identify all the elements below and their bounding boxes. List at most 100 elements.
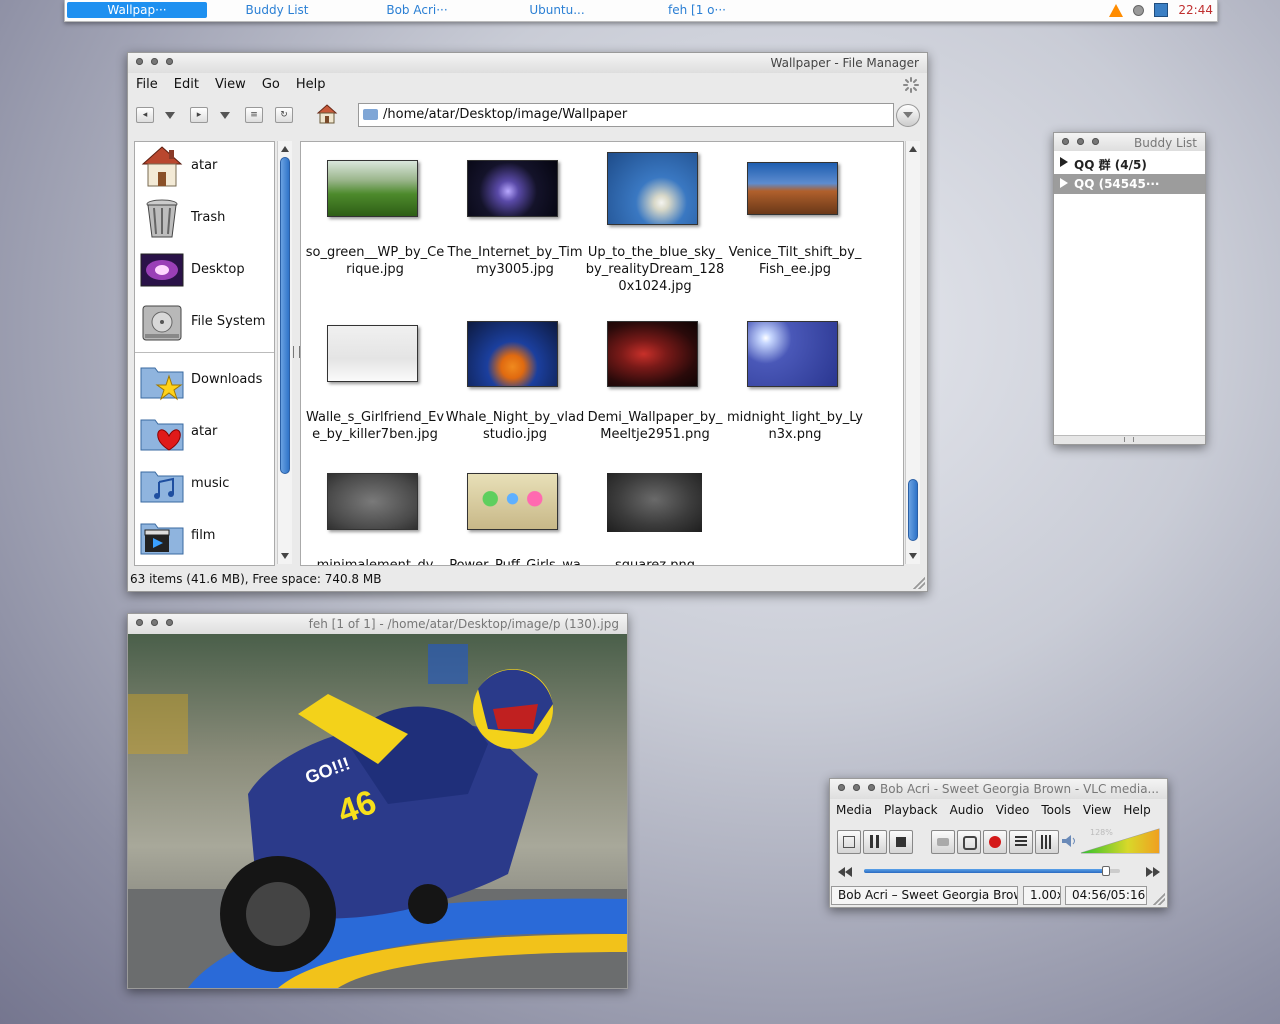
task-feh[interactable]: feh [1 o···: [627, 2, 767, 18]
spinner-icon: [903, 77, 919, 93]
menu-file[interactable]: File: [136, 77, 158, 92]
feh-titlebar[interactable]: feh [1 of 1] - /home/atar/Desktop/image/…: [128, 614, 627, 634]
minimize-button[interactable]: [151, 619, 158, 626]
file-name: squarez.png: [615, 558, 695, 566]
clock[interactable]: 22:44: [1178, 3, 1213, 17]
menu-audio[interactable]: Audio: [950, 803, 984, 817]
scroll-up-icon[interactable]: [909, 146, 917, 152]
playlist-button[interactable]: [1009, 830, 1033, 854]
pause-button[interactable]: [863, 830, 887, 854]
file-thumbnail: [747, 321, 838, 387]
sidebar-scrollbar[interactable]: [277, 141, 292, 564]
close-button[interactable]: [136, 58, 143, 65]
sidebar-item-label: film: [191, 528, 216, 543]
reload-button[interactable]: ↻: [275, 107, 293, 123]
scroll-down-icon[interactable]: [909, 553, 917, 559]
close-button[interactable]: [838, 784, 845, 791]
menu-view[interactable]: View: [1083, 803, 1111, 817]
sidebar-item-trash[interactable]: Trash: [137, 194, 272, 242]
close-button[interactable]: [1062, 138, 1069, 145]
previous-icon[interactable]: [838, 867, 852, 877]
task-wallpaper[interactable]: Wallpap···: [67, 2, 207, 18]
seek-bar[interactable]: [864, 866, 1120, 876]
menu-tools[interactable]: Tools: [1041, 803, 1071, 817]
menu-help[interactable]: Help: [296, 77, 326, 92]
minimize-button[interactable]: [151, 58, 158, 65]
seek-handle[interactable]: [1101, 866, 1110, 876]
sidebar-item-desktop[interactable]: Desktop: [137, 246, 272, 294]
sidebar-item-downloads[interactable]: Downloads: [137, 356, 272, 404]
location-bar[interactable]: /home/atar/Desktop/image/Wallpaper: [358, 103, 894, 127]
menu-playback[interactable]: Playback: [884, 803, 938, 817]
snapshot-button[interactable]: [931, 830, 955, 854]
back-button[interactable]: ◂: [136, 107, 154, 123]
pane-splitter[interactable]: [293, 346, 300, 358]
maximize-button[interactable]: [868, 784, 875, 791]
vlc-titlebar[interactable]: Bob Acri - Sweet Georgia Brown - VLC med…: [830, 779, 1167, 799]
time-display[interactable]: 04:56/05:16: [1065, 886, 1147, 905]
sidebar-item-music[interactable]: music: [137, 460, 272, 508]
menu-view[interactable]: View: [215, 77, 246, 92]
motorcycle-photo: 46 GO!!!: [128, 634, 627, 988]
next-icon[interactable]: [1146, 867, 1160, 877]
volume-percent: 128%: [1090, 828, 1113, 837]
resize-grip-icon[interactable]: [913, 577, 925, 589]
sidebar-item-film[interactable]: film: [137, 512, 272, 560]
maximize-button[interactable]: [1092, 138, 1099, 145]
menu-video[interactable]: Video: [996, 803, 1030, 817]
menu-edit[interactable]: Edit: [174, 77, 199, 92]
scroll-down-icon[interactable]: [281, 553, 289, 559]
pidgin-tray-icon[interactable]: [1133, 4, 1145, 16]
file-thumbnail: [467, 473, 558, 530]
home-icon[interactable]: [316, 103, 338, 125]
loop-button[interactable]: [957, 830, 981, 854]
back-history-icon[interactable]: [165, 112, 175, 119]
file-thumbnail: [327, 473, 418, 530]
file-view-scroll-thumb[interactable]: [908, 479, 918, 541]
forward-button[interactable]: ▸: [190, 107, 208, 123]
close-button[interactable]: [136, 619, 143, 626]
forward-history-icon[interactable]: [220, 112, 230, 119]
vlc-tray-icon[interactable]: [1109, 3, 1124, 17]
sidebar-item-home[interactable]: atar: [137, 142, 272, 190]
buddy-group[interactable]: QQ 群 (4/5): [1054, 153, 1205, 173]
stop-button[interactable]: [889, 830, 913, 854]
task-ubuntu[interactable]: Ubuntu...: [487, 2, 627, 18]
file-thumbnail: [607, 321, 698, 387]
downloads-folder-icon: [140, 367, 184, 401]
task-vlc[interactable]: Bob Acri···: [347, 2, 487, 18]
record-button[interactable]: [983, 830, 1007, 854]
menu-go[interactable]: Go: [262, 77, 280, 92]
maximize-button[interactable]: [166, 619, 173, 626]
file-name: so_green__WP_by_Cerique.jpg: [305, 245, 445, 277]
task-buddy-list[interactable]: Buddy List: [207, 2, 347, 18]
menu-help[interactable]: Help: [1123, 803, 1150, 817]
equalizer-button[interactable]: [1035, 830, 1059, 854]
location-dropdown-button[interactable]: [896, 104, 920, 127]
parent-folder-button[interactable]: ≡: [245, 107, 263, 123]
file-manager-titlebar[interactable]: Wallpaper - File Manager: [128, 53, 927, 73]
menu-media[interactable]: Media: [836, 803, 872, 817]
minimize-button[interactable]: [1077, 138, 1084, 145]
speaker-icon[interactable]: [1061, 834, 1077, 848]
sidebar-scroll-thumb[interactable]: [280, 157, 290, 474]
network-tray-icon[interactable]: [1154, 3, 1169, 17]
image-view[interactable]: 46 GO!!!: [128, 634, 627, 988]
buddy-list-titlebar[interactable]: Buddy List: [1054, 133, 1205, 151]
file-thumbnail: [607, 152, 698, 225]
file-name: Power_Puff_Girls_wa: [449, 558, 581, 566]
volume-slider[interactable]: 128%: [1080, 828, 1160, 854]
minimize-button[interactable]: [853, 784, 860, 791]
buddy-group-selected[interactable]: QQ (54545···: [1054, 174, 1205, 194]
sidebar-item-filesystem[interactable]: File System: [137, 298, 272, 346]
playback-speed[interactable]: 1.00x: [1023, 886, 1061, 905]
resize-grip-icon[interactable]: [1153, 893, 1165, 905]
fullscreen-button[interactable]: [837, 830, 861, 854]
maximize-button[interactable]: [166, 58, 173, 65]
buddy-list-resize-handle[interactable]: [1054, 435, 1205, 444]
harddisk-icon: [142, 305, 182, 341]
desktop-icon: [140, 253, 184, 287]
sidebar-item-atar[interactable]: atar: [137, 408, 272, 456]
scroll-up-icon[interactable]: [281, 146, 289, 152]
file-view-scrollbar[interactable]: [905, 141, 920, 564]
